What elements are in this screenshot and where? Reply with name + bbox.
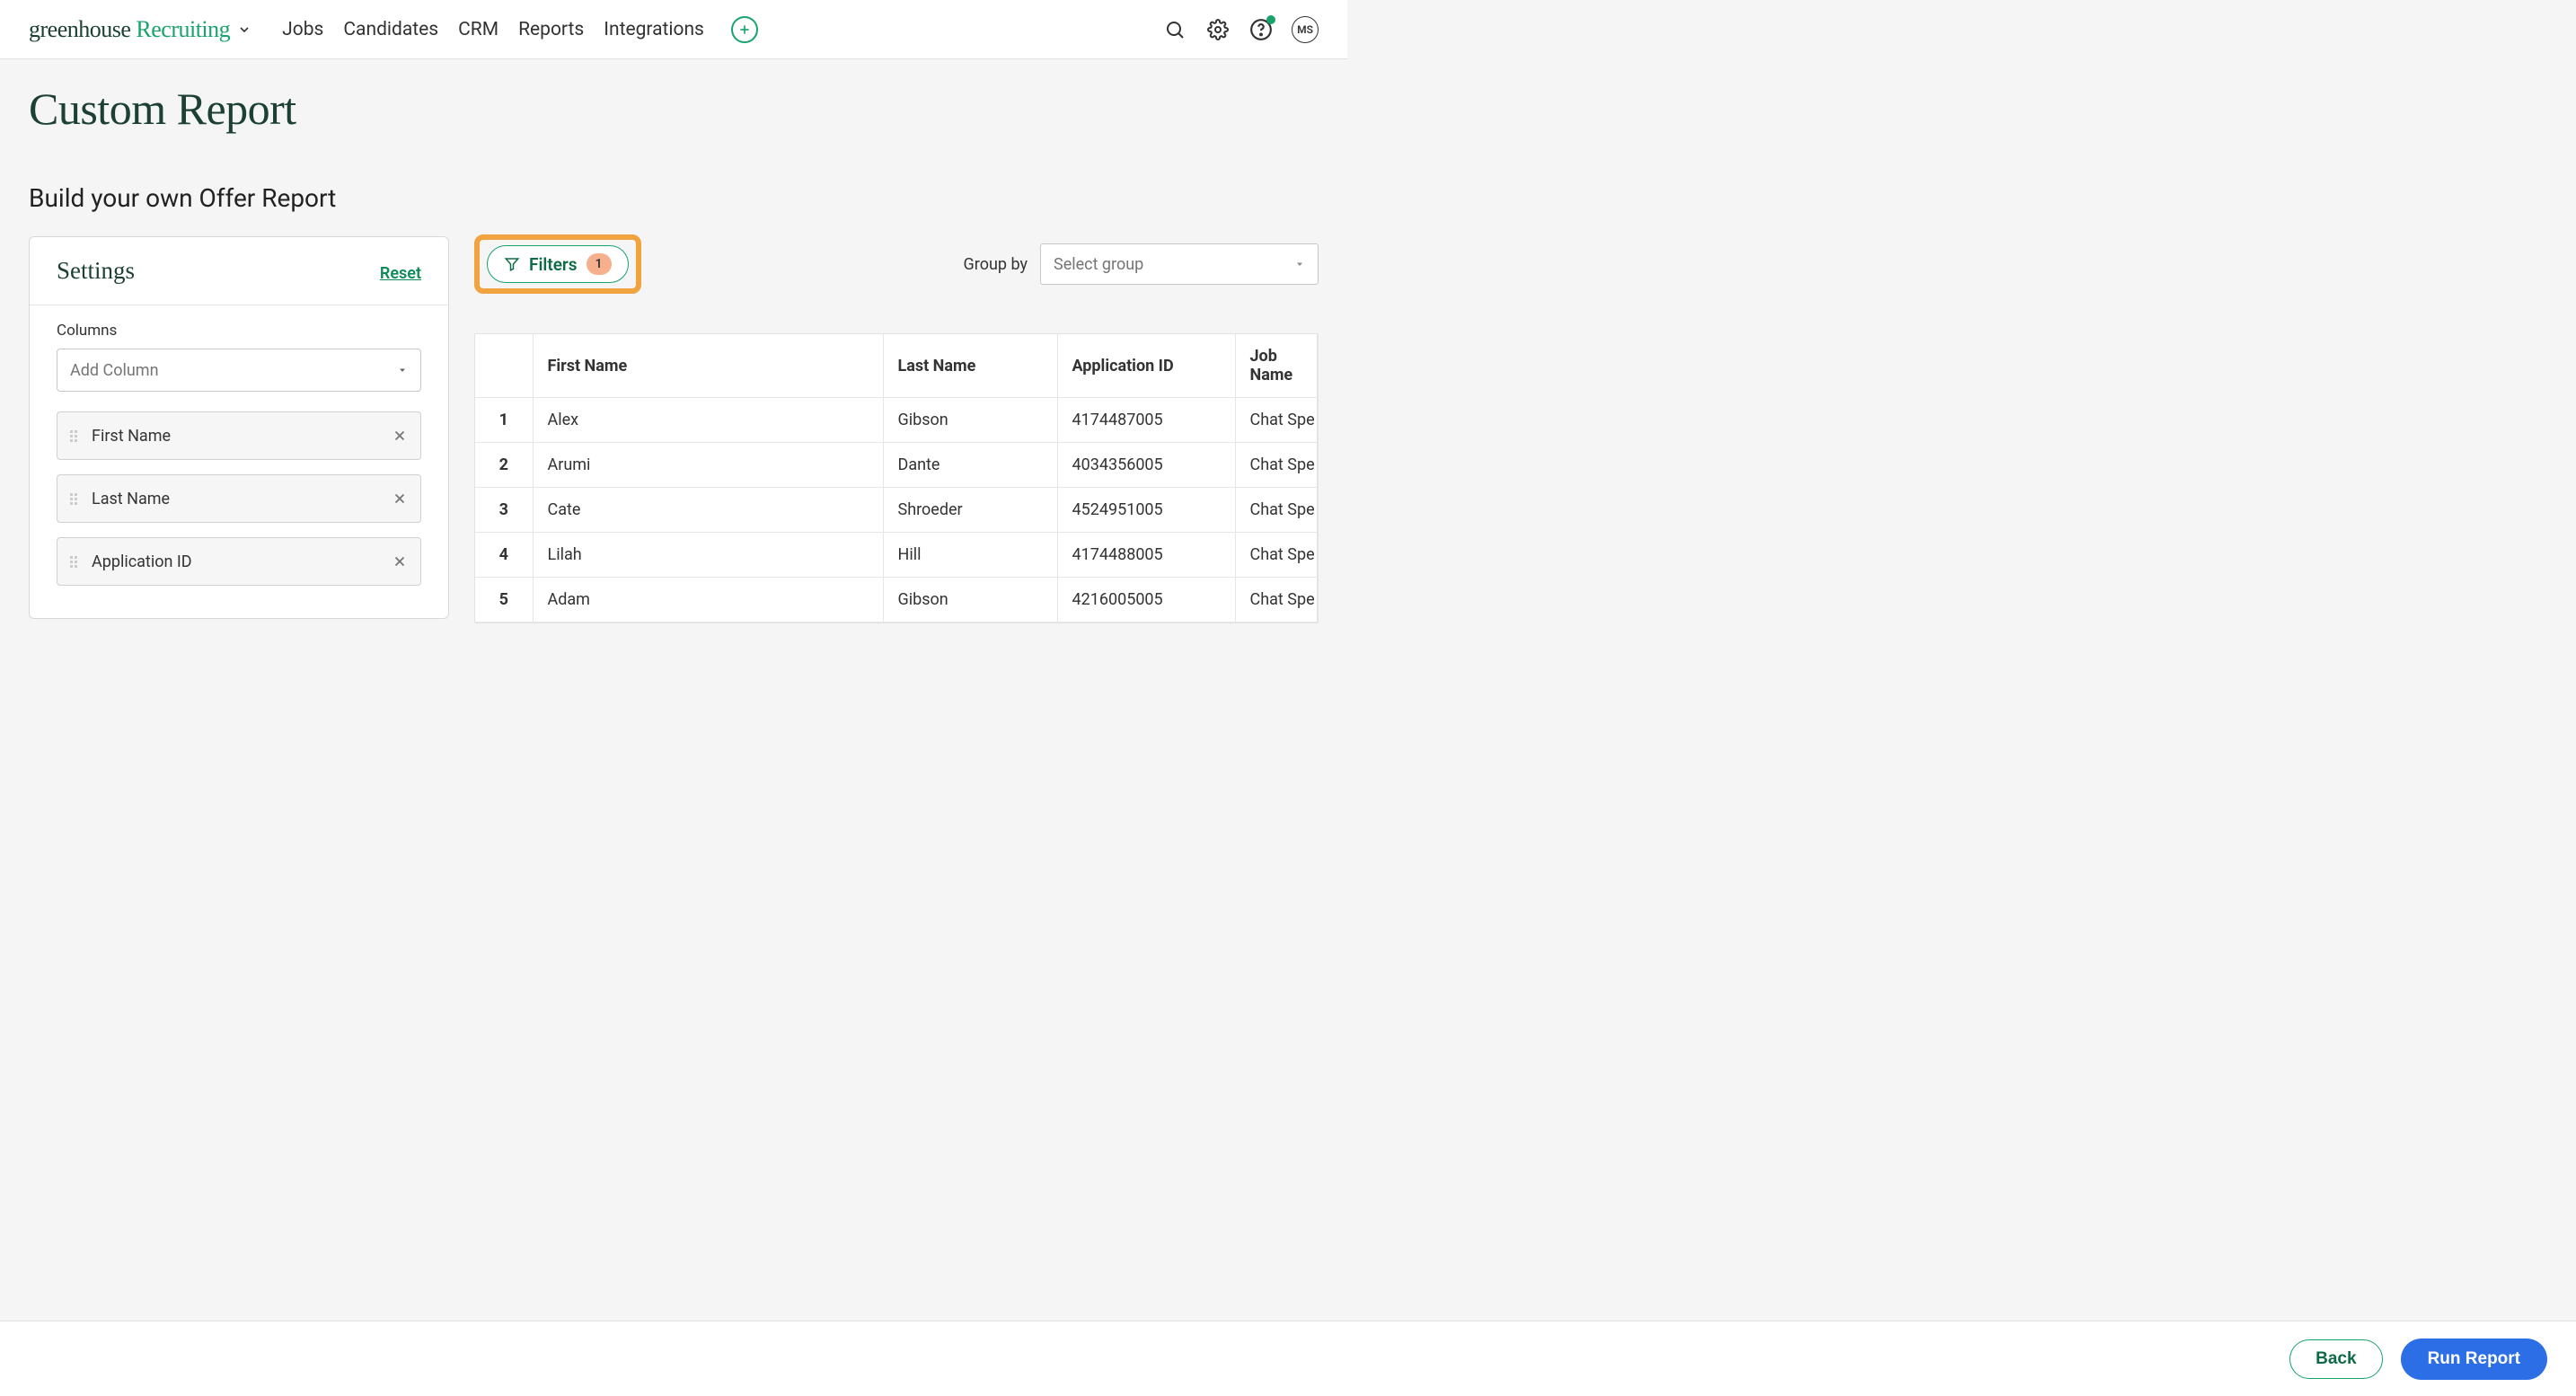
cell-last-name: Gibson [883,578,1057,623]
nav-crm[interactable]: CRM [458,19,498,40]
table-row[interactable]: 3CateShroeder4524951005Chat Spe [475,488,1318,533]
search-icon[interactable] [1162,17,1187,42]
app-header: greenhouse Recruiting Jobs Candidates CR… [0,0,1347,59]
cell-job-name: Chat Spe [1235,398,1318,443]
top-nav: Jobs Candidates CRM Reports Integrations [282,19,704,40]
report-table: First Name Last Name Application ID Job … [474,333,1319,623]
table-row[interactable]: 4LilahHill4174488005Chat Spe [475,533,1318,578]
col-header-last[interactable]: Last Name [883,334,1057,398]
add-column-select[interactable]: Add Column [57,349,421,392]
column-chip-label: Application ID [92,552,192,571]
filters-label: Filters [529,254,578,275]
filters-highlight: Filters 1 [474,234,641,294]
cell-last-name: Shroeder [883,488,1057,533]
groupby-wrap: Group by Select group [964,243,1319,285]
cell-application-id: 4174487005 [1057,398,1235,443]
close-icon[interactable] [392,490,408,507]
footer-bar: Back Run Report [0,1321,2576,1396]
column-chip-label: First Name [92,427,171,446]
table-header-row: First Name Last Name Application ID Job … [475,334,1318,398]
column-chip[interactable]: First Name [57,411,421,460]
cell-job-name: Chat Spe [1235,443,1318,488]
cell-first-name: Cate [533,488,883,533]
cell-row-number: 2 [475,443,533,488]
cell-application-id: 4524951005 [1057,488,1235,533]
avatar[interactable]: MS [1292,16,1319,43]
nav-jobs[interactable]: Jobs [282,19,323,40]
column-chip[interactable]: Application ID [57,537,421,586]
plus-icon [737,22,752,37]
add-column-placeholder: Add Column [70,361,159,380]
col-header-app[interactable]: Application ID [1057,334,1235,398]
settings-panel: Settings Reset Columns Add Column First … [29,236,449,619]
close-icon[interactable] [392,428,408,444]
cell-first-name: Arumi [533,443,883,488]
logo-word-1: greenhouse [29,16,130,42]
drag-handle-icon[interactable] [70,430,77,442]
notification-dot [1266,15,1275,24]
cell-row-number: 3 [475,488,533,533]
page-subtitle: Build your own Offer Report [29,183,1319,213]
cell-last-name: Gibson [883,398,1057,443]
cell-first-name: Lilah [533,533,883,578]
groupby-label: Group by [964,255,1028,274]
cell-first-name: Alex [533,398,883,443]
col-header-job[interactable]: Job Name [1235,334,1318,398]
col-header-first[interactable]: First Name [533,334,883,398]
nav-candidates[interactable]: Candidates [343,19,438,40]
cell-row-number: 1 [475,398,533,443]
table-row[interactable]: 5AdamGibson4216005005Chat Spe [475,578,1318,623]
drag-handle-icon[interactable] [70,556,77,568]
chevron-down-icon[interactable] [237,22,251,37]
logo[interactable]: greenhouse Recruiting [29,16,251,43]
caret-down-icon [1294,259,1305,269]
cell-first-name: Adam [533,578,883,623]
header-right: MS [1162,16,1319,43]
cell-last-name: Dante [883,443,1057,488]
caret-down-icon [397,365,408,376]
settings-heading: Settings [57,257,135,285]
nav-reports[interactable]: Reports [518,19,584,40]
reset-link[interactable]: Reset [380,264,421,283]
groupby-placeholder: Select group [1054,255,1143,274]
cell-job-name: Chat Spe [1235,488,1318,533]
filters-button[interactable]: Filters 1 [487,245,629,283]
back-button[interactable]: Back [2289,1339,2382,1379]
run-report-button[interactable]: Run Report [2401,1339,2547,1380]
col-header-num [475,334,533,398]
cell-row-number: 4 [475,533,533,578]
logo-word-2: Recruiting [136,16,230,42]
table-row[interactable]: 2ArumiDante4034356005Chat Spe [475,443,1318,488]
gear-icon[interactable] [1205,17,1231,42]
cell-application-id: 4034356005 [1057,443,1235,488]
report-preview: Filters 1 Group by Select group [474,236,1319,623]
close-icon[interactable] [392,553,408,570]
cell-job-name: Chat Spe [1235,578,1318,623]
column-chip[interactable]: Last Name [57,474,421,523]
columns-label: Columns [57,322,421,340]
table-row[interactable]: 1AlexGibson4174487005Chat Spe [475,398,1318,443]
cell-last-name: Hill [883,533,1057,578]
nav-integrations[interactable]: Integrations [604,19,704,40]
filter-icon [504,256,520,272]
cell-application-id: 4216005005 [1057,578,1235,623]
groupby-select[interactable]: Select group [1040,243,1319,285]
add-button[interactable] [731,16,758,43]
column-chip-label: Last Name [92,490,170,508]
help-icon[interactable] [1248,17,1274,42]
drag-handle-icon[interactable] [70,493,77,505]
cell-row-number: 5 [475,578,533,623]
page-title: Custom Report [29,83,1319,135]
main-content: Custom Report Build your own Offer Repor… [0,59,1347,623]
filters-count-badge: 1 [587,253,612,275]
cell-job-name: Chat Spe [1235,533,1318,578]
cell-application-id: 4174488005 [1057,533,1235,578]
